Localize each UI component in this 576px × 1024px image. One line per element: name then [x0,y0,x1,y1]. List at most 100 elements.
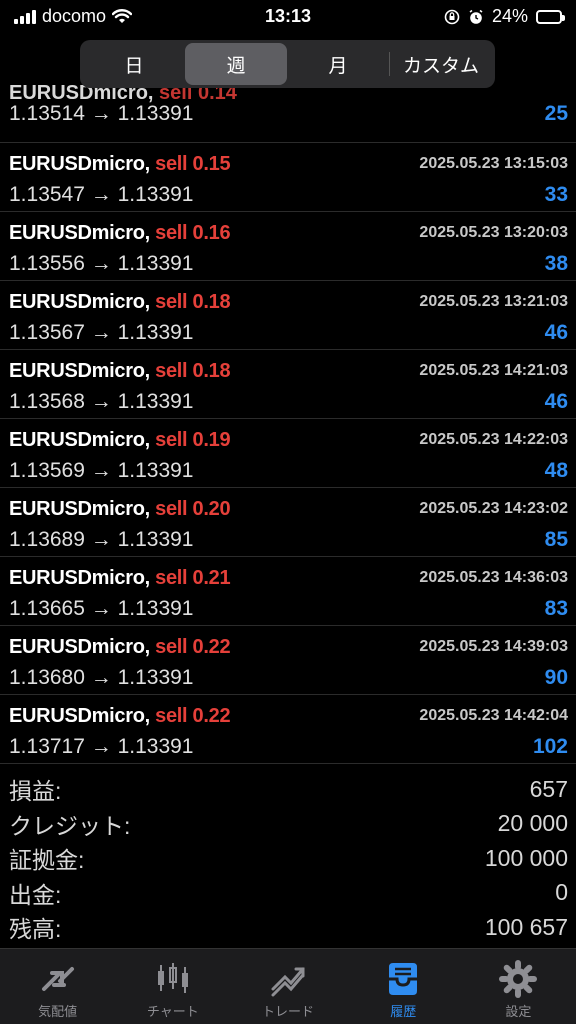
trade-symbol: EURUSDmicro, sell 0.18 [9,360,231,383]
trade-profit: 46 [544,321,568,344]
tab-history[interactable]: 履歴 [346,949,461,1024]
tab-label: 気配値 [38,1004,78,1019]
trade-time: 2025.05.23 14:36:03 [419,569,568,586]
trade-symbol-name: EURUSDmicro, [9,429,150,451]
trade-symbol: EURUSDmicro, sell 0.22 [9,636,231,659]
trade-side-volume: sell 0.21 [155,567,231,589]
trade-profit: 33 [544,183,568,206]
trade-row[interactable]: EURUSDmicro, sell 0.20 2025.05.23 14:23:0… [0,488,576,557]
trade-side-volume: sell 0.19 [155,429,231,451]
summary-profit: 損益: 657 [0,772,576,807]
trade-row[interactable]: EURUSDmicro, sell 0.22 2025.05.23 14:42:0… [0,695,576,764]
trade-symbol-name: EURUSDmicro, [9,360,150,382]
trade-row-partial[interactable]: EURUSDmicro, sell 0.14 1.13514 → 1.13391… [0,82,576,143]
trade-row[interactable]: EURUSDmicro, sell 0.19 2025.05.23 14:22:0… [0,419,576,488]
trade-side-volume: sell 0.15 [155,153,231,175]
tab-trade[interactable]: トレード [230,949,345,1024]
trade-profit: 102 [532,735,568,758]
trade-symbol-name: EURUSDmicro, [9,498,150,520]
trade-symbol: EURUSDmicro, sell 0.22 [9,705,231,728]
trade-time: 2025.05.23 14:39:03 [419,638,568,655]
summary-deposit: 証拠金: 100 000 [0,841,576,876]
trade-time: 2025.05.23 14:22:03 [419,431,568,448]
quotes-icon [41,967,74,991]
tab-label: 履歴 [390,1004,417,1019]
trade-prices: 1.13547 → 1.13391 [9,183,194,206]
trade-row[interactable]: EURUSDmicro, sell 0.15 2025.05.23 13:15:0… [0,143,576,212]
summary-label: クレジット: [9,812,131,839]
trade-side-volume: sell 0.22 [155,705,231,727]
summary-label: 残高: [9,916,62,943]
trade-profit: 25 [544,102,568,125]
trade-row[interactable]: EURUSDmicro, sell 0.16 2025.05.23 13:20:0… [0,212,576,281]
trade-row[interactable]: EURUSDmicro, sell 0.18 2025.05.23 14:21:0… [0,350,576,419]
trade-side-volume: sell 0.16 [155,222,231,244]
trade-profit: 83 [544,597,568,620]
trade-profit: 48 [544,459,568,482]
summary-credit: クレジット: 20 000 [0,807,576,842]
trade-prices: 1.13568 → 1.13391 [9,390,194,413]
trade-row[interactable]: EURUSDmicro, sell 0.18 2025.05.23 13:21:0… [0,281,576,350]
trade-prices: 1.13680 → 1.13391 [9,666,194,689]
tab-settings[interactable]: 設定 [461,949,576,1024]
battery-percent: 24% [491,6,528,26]
trade-side-volume: sell 0.22 [155,636,231,658]
summary-label: 証拠金: [9,847,85,874]
trade-profit: 90 [544,666,568,689]
trade-prices: 1.13665 → 1.13391 [9,597,194,620]
trade-symbol: EURUSDmicro, sell 0.16 [9,222,231,245]
history-icon [389,963,418,995]
tab-label: 設定 [505,1004,532,1019]
tab-month[interactable]: 月 [287,43,389,85]
tab-day[interactable]: 日 [83,43,185,85]
summary-label: 損益: [9,778,62,805]
trade-history-list[interactable]: EURUSDmicro, sell 0.14 1.13514 → 1.13391… [0,82,576,764]
summary-value: 0 [555,879,568,906]
bottom-tab-bar: 気配値 チャート トレード 履歴 設定 [0,948,576,1024]
trade-symbol: EURUSDmicro, sell 0.18 [9,291,231,314]
trade-time: 2025.05.23 14:42:04 [419,707,568,724]
status-right: 24% [444,6,565,27]
tab-quotes[interactable]: 気配値 [0,949,115,1024]
summary-balance: 残高: 100 657 [0,910,576,945]
trade-prices: 1.13556 → 1.13391 [9,252,194,275]
summary-value: 100 000 [484,844,568,871]
trade-profit: 85 [544,528,568,551]
trade-symbol: EURUSDmicro, sell 0.21 [9,567,231,590]
settings-icon [499,960,538,998]
trade-side-volume: sell 0.20 [155,498,231,520]
summary-value: 20 000 [497,810,568,837]
trade-symbol: EURUSDmicro, sell 0.19 [9,429,231,452]
trade-time: 2025.05.23 13:20:03 [419,224,568,241]
summary-value: 657 [529,775,568,802]
tab-chart[interactable]: チャート [115,949,230,1024]
trade-row[interactable]: EURUSDmicro, sell 0.22 2025.05.23 14:39:0… [0,626,576,695]
trade-symbol-name: EURUSDmicro, [9,153,150,175]
battery-icon [536,9,565,24]
trade-symbol-name: EURUSDmicro, [9,705,150,727]
trade-prices: 1.13567 → 1.13391 [9,321,194,344]
trade-symbol: EURUSDmicro, sell 0.20 [9,498,231,521]
trade-profit: 38 [544,252,568,275]
summary-section: 損益: 657 クレジット: 20 000 証拠金: 100 000 出金: 0 残高:… [0,772,576,945]
tab-label: チャート [146,1004,199,1019]
tab-custom[interactable]: カスタム [390,43,492,85]
summary-label: 出金: [9,881,62,908]
trade-time: 2025.05.23 13:21:03 [419,293,568,310]
trade-side-volume: sell 0.18 [155,360,231,382]
orientation-lock-icon [444,9,460,24]
trade-prices: 1.13569 → 1.13391 [9,459,194,482]
tab-week[interactable]: 週 [185,43,287,85]
trade-symbol-name: EURUSDmicro, [9,636,150,658]
trade-row[interactable]: EURUSDmicro, sell 0.21 2025.05.23 14:36:0… [0,557,576,626]
trade-symbol-name: EURUSDmicro, [9,222,150,244]
trade-symbol-name: EURUSDmicro, [9,291,150,313]
summary-withdrawal: 出金: 0 [0,876,576,911]
chart-icon [157,963,188,993]
trade-side-volume: sell 0.18 [155,291,231,313]
period-segmented-control: 日 週 月 カスタム [80,40,495,88]
tab-label: トレード [262,1004,315,1019]
trade-prices: 1.13514 → 1.13391 [9,102,194,125]
trade-icon [271,967,305,997]
trade-profit: 46 [544,390,568,413]
